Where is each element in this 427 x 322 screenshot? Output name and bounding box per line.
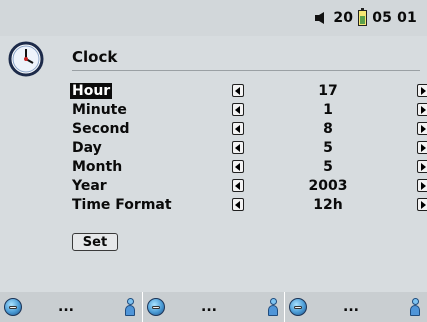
status-indicators: 20 05 01 xyxy=(314,8,417,27)
increment-arrow-icon[interactable] xyxy=(417,84,427,97)
increment-arrow-icon[interactable] xyxy=(417,103,427,116)
page-title: Clock xyxy=(72,48,118,66)
decrement-arrow-icon[interactable] xyxy=(232,160,244,173)
increment-arrow-icon[interactable] xyxy=(417,198,427,211)
setting-row-second[interactable]: Second 8 xyxy=(68,120,427,139)
decrement-arrow-icon[interactable] xyxy=(232,103,244,116)
setting-row-day[interactable]: Day 5 xyxy=(68,139,427,158)
user-icon[interactable] xyxy=(408,298,422,316)
increment-arrow-icon[interactable] xyxy=(417,141,427,154)
settings-list: Hour 17 Minute 1 Second 8 Day 5 Month 5 … xyxy=(68,82,427,215)
slot-label: ... xyxy=(58,299,74,315)
globe-icon[interactable] xyxy=(4,298,22,316)
setting-value: 2003 xyxy=(308,178,348,194)
setting-value: 12h xyxy=(313,197,343,213)
decrement-arrow-icon[interactable] xyxy=(232,122,244,135)
setting-value: 5 xyxy=(323,140,333,156)
decrement-arrow-icon[interactable] xyxy=(232,141,244,154)
increment-arrow-icon[interactable] xyxy=(417,179,427,192)
decrement-arrow-icon[interactable] xyxy=(232,179,244,192)
globe-icon[interactable] xyxy=(147,298,165,316)
setting-row-month[interactable]: Month 5 xyxy=(68,158,427,177)
clock-hour: 05 xyxy=(372,10,393,26)
volume-level: 20 xyxy=(333,10,354,26)
increment-arrow-icon[interactable] xyxy=(417,160,427,173)
setting-row-minute[interactable]: Minute 1 xyxy=(68,101,427,120)
slot-label: ... xyxy=(201,299,217,315)
setting-row-year[interactable]: Year 2003 xyxy=(68,177,427,196)
increment-arrow-icon[interactable] xyxy=(417,122,427,135)
clock-icon xyxy=(8,41,44,77)
setting-label[interactable]: Year xyxy=(70,178,109,194)
bottom-bar: ... ... ... xyxy=(0,292,427,322)
setting-label[interactable]: Second xyxy=(70,121,131,137)
slot-label: ... xyxy=(343,299,359,315)
status-bar: 20 05 01 xyxy=(0,0,427,36)
globe-icon[interactable] xyxy=(289,298,307,316)
setting-value: 5 xyxy=(323,159,333,175)
user-icon[interactable] xyxy=(266,298,280,316)
setting-row-time-format[interactable]: Time Format 12h xyxy=(68,196,427,215)
speaker-icon xyxy=(314,11,328,25)
setting-value: 8 xyxy=(323,121,333,137)
user-icon[interactable] xyxy=(123,298,137,316)
decrement-arrow-icon[interactable] xyxy=(232,84,244,97)
set-button[interactable]: Set xyxy=(72,233,118,251)
bottom-slot-1[interactable]: ... xyxy=(0,292,142,322)
bottom-slot-2[interactable]: ... xyxy=(142,292,285,322)
setting-value: 1 xyxy=(323,102,333,118)
setting-value: 17 xyxy=(318,83,338,99)
battery-icon xyxy=(358,8,368,26)
title-divider xyxy=(72,70,420,71)
setting-label[interactable]: Hour xyxy=(70,83,113,99)
decrement-arrow-icon[interactable] xyxy=(232,198,244,211)
setting-label[interactable]: Minute xyxy=(70,102,129,118)
bottom-slot-3[interactable]: ... xyxy=(284,292,427,322)
setting-label[interactable]: Month xyxy=(70,159,124,175)
setting-label[interactable]: Day xyxy=(70,140,104,156)
clock-minute: 01 xyxy=(397,10,417,26)
setting-row-hour[interactable]: Hour 17 xyxy=(68,82,427,101)
setting-label[interactable]: Time Format xyxy=(70,197,174,213)
